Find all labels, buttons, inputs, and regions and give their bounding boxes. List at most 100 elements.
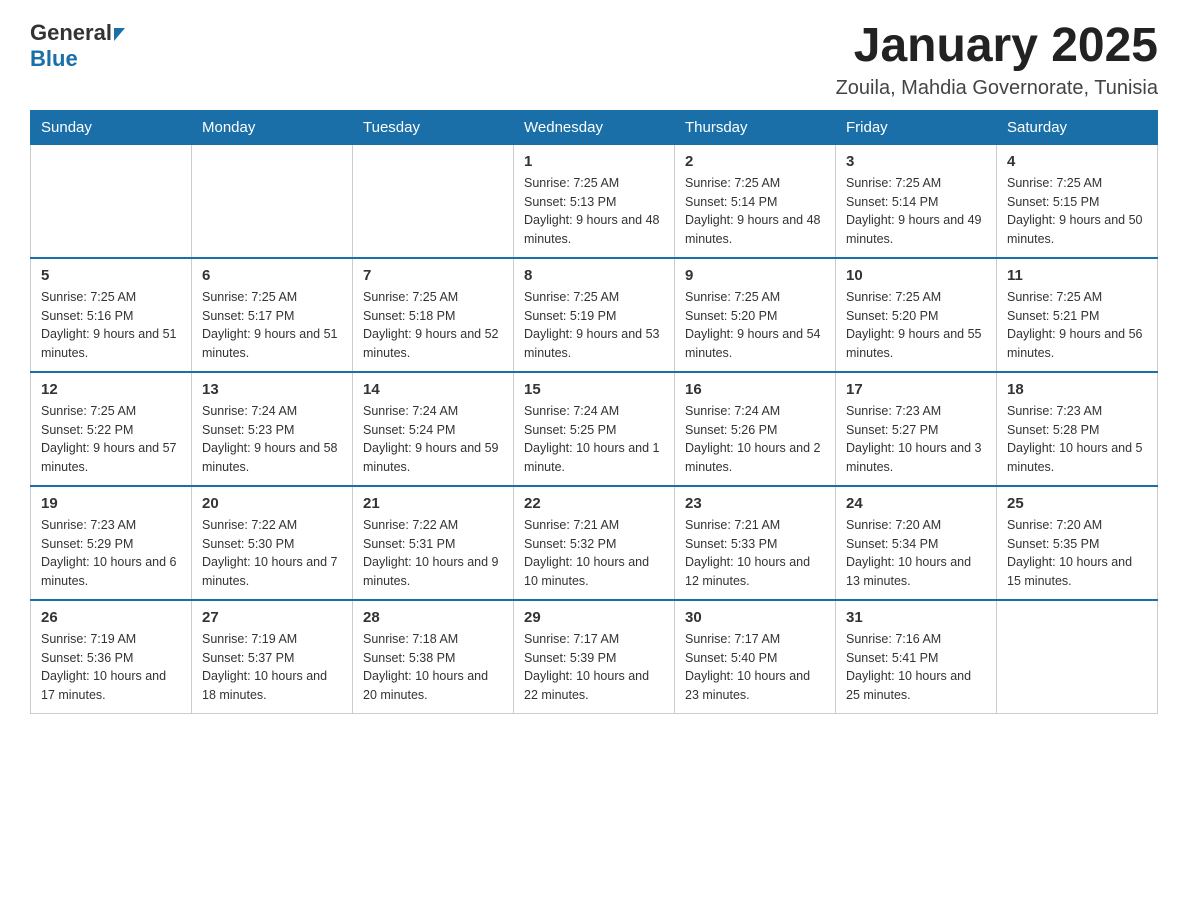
day-number: 29	[524, 609, 664, 626]
calendar-cell: 26Sunrise: 7:19 AM Sunset: 5:36 PM Dayli…	[31, 600, 192, 714]
calendar-cell: 13 Sunrise: 7:24 AM Sunset: 5:23 PM Dayli…	[192, 372, 353, 486]
day-number: 8	[524, 267, 664, 284]
calendar-cell: 6 Sunrise: 7:25 AM Sunset: 5:17 PM Daylig…	[192, 258, 353, 372]
calendar-cell: 23 Sunrise: 7:21 AM Sunset: 5:33 PM Dayli…	[675, 486, 836, 600]
day-info: Sunrise: 7:17 AM Sunset: 5:40 PM Dayligh…	[685, 630, 825, 705]
day-number: 1	[524, 153, 664, 170]
day-number: 16	[685, 381, 825, 398]
day-info: Sunrise: 7:25 AM Sunset: 5:14 PM Dayligh…	[685, 174, 825, 249]
day-number: 10	[846, 267, 986, 284]
calendar-cell: 16 Sunrise: 7:24 AM Sunset: 5:26 PM Dayli…	[675, 372, 836, 486]
calendar-cell	[997, 600, 1158, 714]
calendar-cell: 20Sunrise: 7:22 AM Sunset: 5:30 PM Dayli…	[192, 486, 353, 600]
day-info: Sunrise: 7:19 AM Sunset: 5:37 PM Dayligh…	[202, 630, 342, 705]
calendar-cell: 29 Sunrise: 7:17 AM Sunset: 5:39 PM Dayli…	[514, 600, 675, 714]
day-info: Sunrise: 7:24 AM Sunset: 5:25 PM Dayligh…	[524, 402, 664, 477]
day-info: Sunrise: 7:23 AM Sunset: 5:27 PM Dayligh…	[846, 402, 986, 477]
calendar-cell: 18Sunrise: 7:23 AM Sunset: 5:28 PM Dayli…	[997, 372, 1158, 486]
calendar-cell: 21 Sunrise: 7:22 AM Sunset: 5:31 PM Dayli…	[353, 486, 514, 600]
day-info: Sunrise: 7:16 AM Sunset: 5:41 PM Dayligh…	[846, 630, 986, 705]
day-info: Sunrise: 7:25 AM Sunset: 5:20 PM Dayligh…	[685, 288, 825, 363]
calendar-day-header: Wednesday	[514, 110, 675, 144]
calendar-day-header: Friday	[836, 110, 997, 144]
day-number: 27	[202, 609, 342, 626]
day-info: Sunrise: 7:24 AM Sunset: 5:26 PM Dayligh…	[685, 402, 825, 477]
logo-blue-text: Blue	[30, 46, 78, 72]
day-number: 13	[202, 381, 342, 398]
day-info: Sunrise: 7:25 AM Sunset: 5:17 PM Dayligh…	[202, 288, 342, 363]
calendar-table: SundayMondayTuesdayWednesdayThursdayFrid…	[30, 110, 1158, 714]
calendar-cell	[31, 144, 192, 258]
page-header: General Blue January 2025 Zouila, Mahdia…	[30, 20, 1158, 100]
calendar-week-row: 5Sunrise: 7:25 AM Sunset: 5:16 PM Daylig…	[31, 258, 1158, 372]
day-info: Sunrise: 7:18 AM Sunset: 5:38 PM Dayligh…	[363, 630, 503, 705]
day-number: 2	[685, 153, 825, 170]
calendar-cell: 25Sunrise: 7:20 AM Sunset: 5:35 PM Dayli…	[997, 486, 1158, 600]
calendar-cell: 24 Sunrise: 7:20 AM Sunset: 5:34 PM Dayli…	[836, 486, 997, 600]
day-info: Sunrise: 7:24 AM Sunset: 5:24 PM Dayligh…	[363, 402, 503, 477]
calendar-cell	[192, 144, 353, 258]
location-title: Zouila, Mahdia Governorate, Tunisia	[836, 77, 1158, 100]
calendar-cell: 22 Sunrise: 7:21 AM Sunset: 5:32 PM Dayli…	[514, 486, 675, 600]
calendar-cell: 5Sunrise: 7:25 AM Sunset: 5:16 PM Daylig…	[31, 258, 192, 372]
day-number: 3	[846, 153, 986, 170]
calendar-cell: 27 Sunrise: 7:19 AM Sunset: 5:37 PM Dayli…	[192, 600, 353, 714]
calendar-cell: 28 Sunrise: 7:18 AM Sunset: 5:38 PM Dayli…	[353, 600, 514, 714]
calendar-cell: 19 Sunrise: 7:23 AM Sunset: 5:29 PM Dayli…	[31, 486, 192, 600]
calendar-day-header: Thursday	[675, 110, 836, 144]
day-number: 17	[846, 381, 986, 398]
day-info: Sunrise: 7:21 AM Sunset: 5:33 PM Dayligh…	[685, 516, 825, 591]
day-info: Sunrise: 7:22 AM Sunset: 5:31 PM Dayligh…	[363, 516, 503, 591]
day-number: 24	[846, 495, 986, 512]
day-number: 28	[363, 609, 503, 626]
day-info: Sunrise: 7:25 AM Sunset: 5:20 PM Dayligh…	[846, 288, 986, 363]
day-number: 15	[524, 381, 664, 398]
logo-arrow-icon	[114, 28, 125, 41]
day-number: 7	[363, 267, 503, 284]
calendar-day-header: Tuesday	[353, 110, 514, 144]
title-section: January 2025 Zouila, Mahdia Governorate,…	[836, 20, 1158, 100]
day-number: 11	[1007, 267, 1147, 284]
day-number: 25	[1007, 495, 1147, 512]
calendar-cell: 17 Sunrise: 7:23 AM Sunset: 5:27 PM Dayli…	[836, 372, 997, 486]
day-info: Sunrise: 7:25 AM Sunset: 5:16 PM Dayligh…	[41, 288, 181, 363]
calendar-week-row: 26Sunrise: 7:19 AM Sunset: 5:36 PM Dayli…	[31, 600, 1158, 714]
calendar-week-row: 19 Sunrise: 7:23 AM Sunset: 5:29 PM Dayli…	[31, 486, 1158, 600]
logo: General Blue	[30, 20, 125, 72]
calendar-week-row: 1 Sunrise: 7:25 AM Sunset: 5:13 PM Daylig…	[31, 144, 1158, 258]
day-number: 22	[524, 495, 664, 512]
day-info: Sunrise: 7:20 AM Sunset: 5:34 PM Dayligh…	[846, 516, 986, 591]
day-number: 21	[363, 495, 503, 512]
day-info: Sunrise: 7:21 AM Sunset: 5:32 PM Dayligh…	[524, 516, 664, 591]
calendar-day-header: Sunday	[31, 110, 192, 144]
day-number: 19	[41, 495, 181, 512]
calendar-cell: 11 Sunrise: 7:25 AM Sunset: 5:21 PM Dayli…	[997, 258, 1158, 372]
day-number: 12	[41, 381, 181, 398]
logo-general-text: General	[30, 20, 112, 46]
calendar-cell: 9Sunrise: 7:25 AM Sunset: 5:20 PM Daylig…	[675, 258, 836, 372]
day-number: 6	[202, 267, 342, 284]
day-info: Sunrise: 7:25 AM Sunset: 5:21 PM Dayligh…	[1007, 288, 1147, 363]
calendar-cell: 2 Sunrise: 7:25 AM Sunset: 5:14 PM Daylig…	[675, 144, 836, 258]
day-number: 30	[685, 609, 825, 626]
calendar-cell: 14Sunrise: 7:24 AM Sunset: 5:24 PM Dayli…	[353, 372, 514, 486]
day-number: 26	[41, 609, 181, 626]
calendar-cell	[353, 144, 514, 258]
day-info: Sunrise: 7:23 AM Sunset: 5:28 PM Dayligh…	[1007, 402, 1147, 477]
calendar-cell: 31Sunrise: 7:16 AM Sunset: 5:41 PM Dayli…	[836, 600, 997, 714]
day-info: Sunrise: 7:25 AM Sunset: 5:14 PM Dayligh…	[846, 174, 986, 249]
day-number: 23	[685, 495, 825, 512]
day-info: Sunrise: 7:25 AM Sunset: 5:13 PM Dayligh…	[524, 174, 664, 249]
day-info: Sunrise: 7:23 AM Sunset: 5:29 PM Dayligh…	[41, 516, 181, 591]
day-info: Sunrise: 7:17 AM Sunset: 5:39 PM Dayligh…	[524, 630, 664, 705]
calendar-cell: 4Sunrise: 7:25 AM Sunset: 5:15 PM Daylig…	[997, 144, 1158, 258]
day-info: Sunrise: 7:25 AM Sunset: 5:15 PM Dayligh…	[1007, 174, 1147, 249]
month-title: January 2025	[836, 20, 1158, 73]
day-info: Sunrise: 7:24 AM Sunset: 5:23 PM Dayligh…	[202, 402, 342, 477]
day-info: Sunrise: 7:25 AM Sunset: 5:19 PM Dayligh…	[524, 288, 664, 363]
calendar-day-header: Saturday	[997, 110, 1158, 144]
calendar-cell: 1 Sunrise: 7:25 AM Sunset: 5:13 PM Daylig…	[514, 144, 675, 258]
day-info: Sunrise: 7:25 AM Sunset: 5:18 PM Dayligh…	[363, 288, 503, 363]
calendar-cell: 7 Sunrise: 7:25 AM Sunset: 5:18 PM Daylig…	[353, 258, 514, 372]
day-number: 20	[202, 495, 342, 512]
